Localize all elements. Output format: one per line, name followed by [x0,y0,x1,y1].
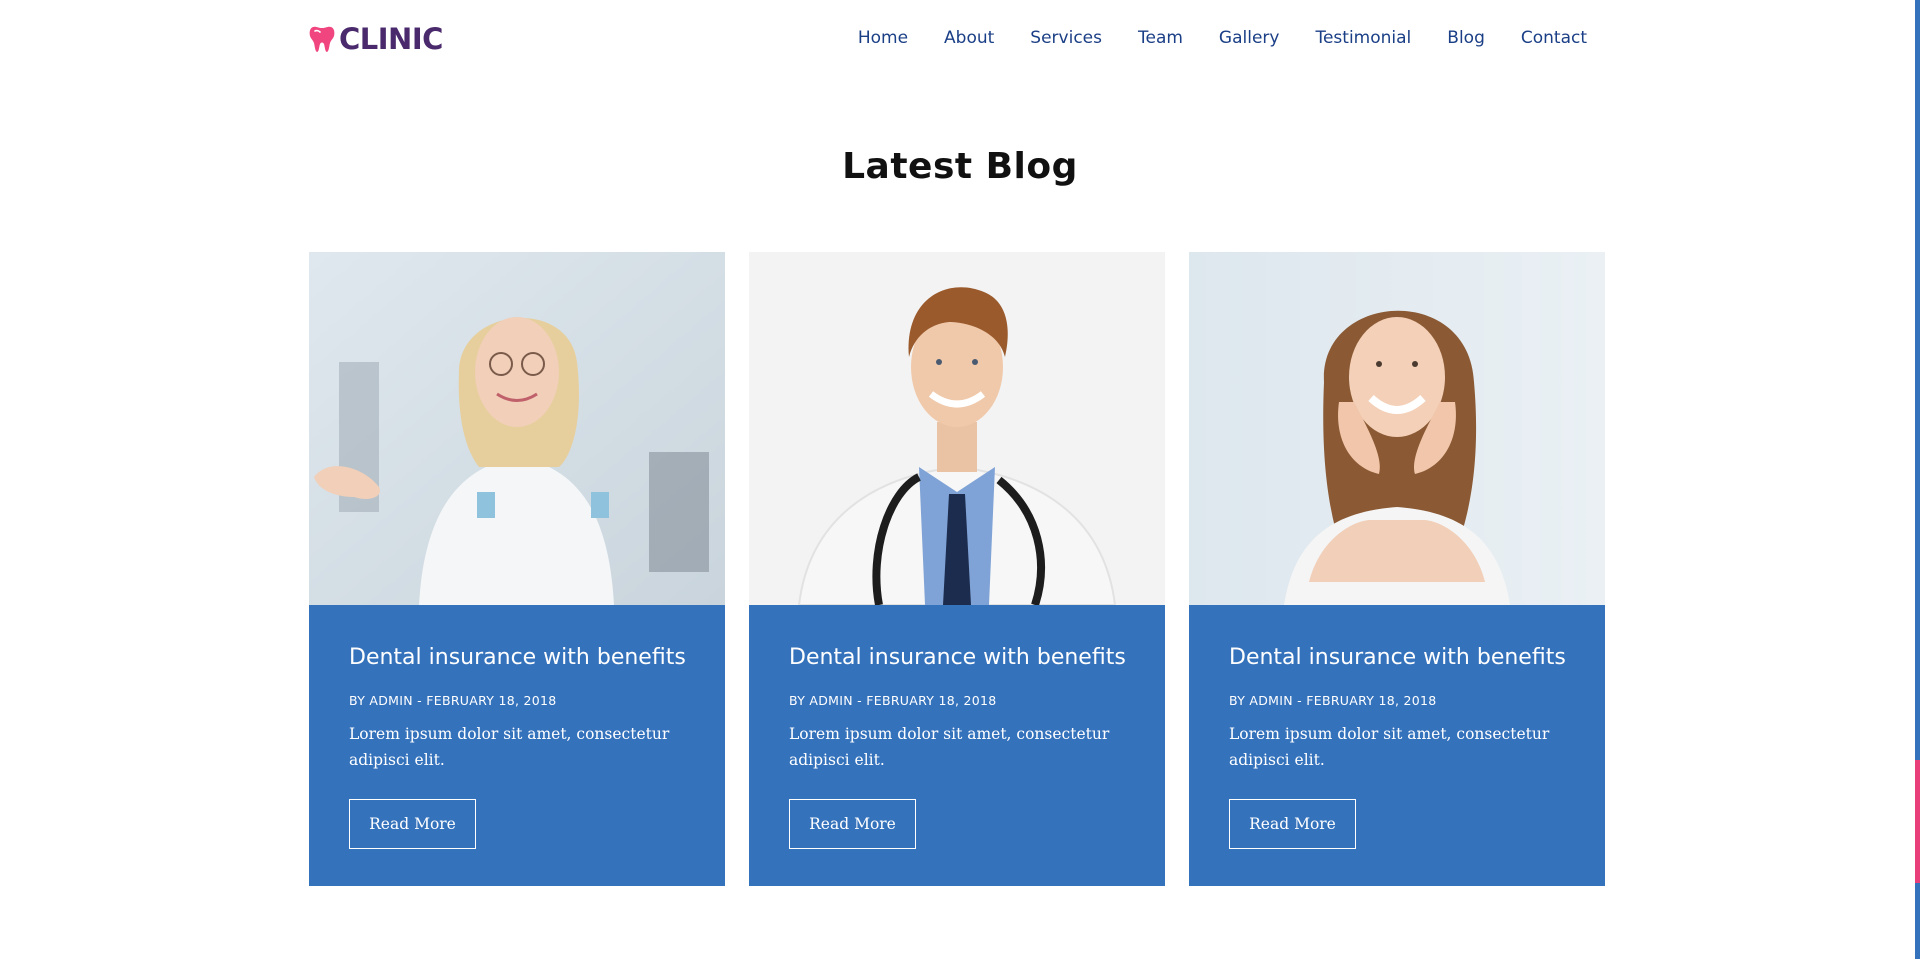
blog-card-list: Dental insurance with benefits BY ADMIN … [309,252,1605,886]
blog-card-meta: BY ADMIN - FEBRUARY 18, 2018 [1229,693,1437,708]
blog-card-body: Dental insurance with benefits BY ADMIN … [1189,605,1605,886]
page: CLINIC Home About Services Team Gallery … [0,0,1920,959]
scroll-thumb[interactable] [1915,760,1920,883]
read-more-button[interactable]: Read More [1229,799,1356,849]
nav-testimonial[interactable]: Testimonial [1315,26,1411,50]
blog-card-excerpt: Lorem ipsum dolor sit amet, consectetur … [789,725,1110,769]
nav-home[interactable]: Home [858,26,908,50]
read-more-button[interactable]: Read More [789,799,916,849]
nav-blog[interactable]: Blog [1447,26,1485,50]
nav-team[interactable]: Team [1138,26,1183,50]
blog-card: Dental insurance with benefits BY ADMIN … [749,252,1165,886]
blog-card-title[interactable]: Dental insurance with benefits [1229,643,1579,673]
female-dentist-photo [309,252,725,605]
blog-card-excerpt: Lorem ipsum dolor sit amet, consectetur … [1229,725,1550,769]
male-doctor-photo [749,252,1165,605]
brand-name: CLINIC [339,22,443,56]
blog-card-body: Dental insurance with benefits BY ADMIN … [309,605,725,886]
blog-card-image[interactable] [749,252,1165,605]
brand-logo[interactable]: CLINIC [309,22,443,56]
blog-card-image[interactable] [1189,252,1605,605]
blog-card-title[interactable]: Dental insurance with benefits [789,643,1139,673]
blog-card: Dental insurance with benefits BY ADMIN … [309,252,725,886]
blog-card-image[interactable] [309,252,725,605]
blog-card-excerpt: Lorem ipsum dolor sit amet, consectetur … [349,725,670,769]
nav-gallery[interactable]: Gallery [1219,26,1280,50]
section-title: Latest Blog [842,146,1078,187]
blog-card: Dental insurance with benefits BY ADMIN … [1189,252,1605,886]
blog-card-title[interactable]: Dental insurance with benefits [349,643,699,673]
blog-card-meta: BY ADMIN - FEBRUARY 18, 2018 [349,693,557,708]
smiling-woman-photo [1189,252,1605,605]
site-header: CLINIC Home About Services Team Gallery … [0,0,1920,80]
blog-card-body: Dental insurance with benefits BY ADMIN … [749,605,1165,886]
nav-contact[interactable]: Contact [1521,26,1587,50]
nav-about[interactable]: About [944,26,994,50]
read-more-button[interactable]: Read More [349,799,476,849]
main-nav: Home About Services Team Gallery Testimo… [858,26,1587,50]
blog-card-meta: BY ADMIN - FEBRUARY 18, 2018 [789,693,997,708]
tooth-icon [309,26,335,52]
nav-services[interactable]: Services [1030,26,1102,50]
